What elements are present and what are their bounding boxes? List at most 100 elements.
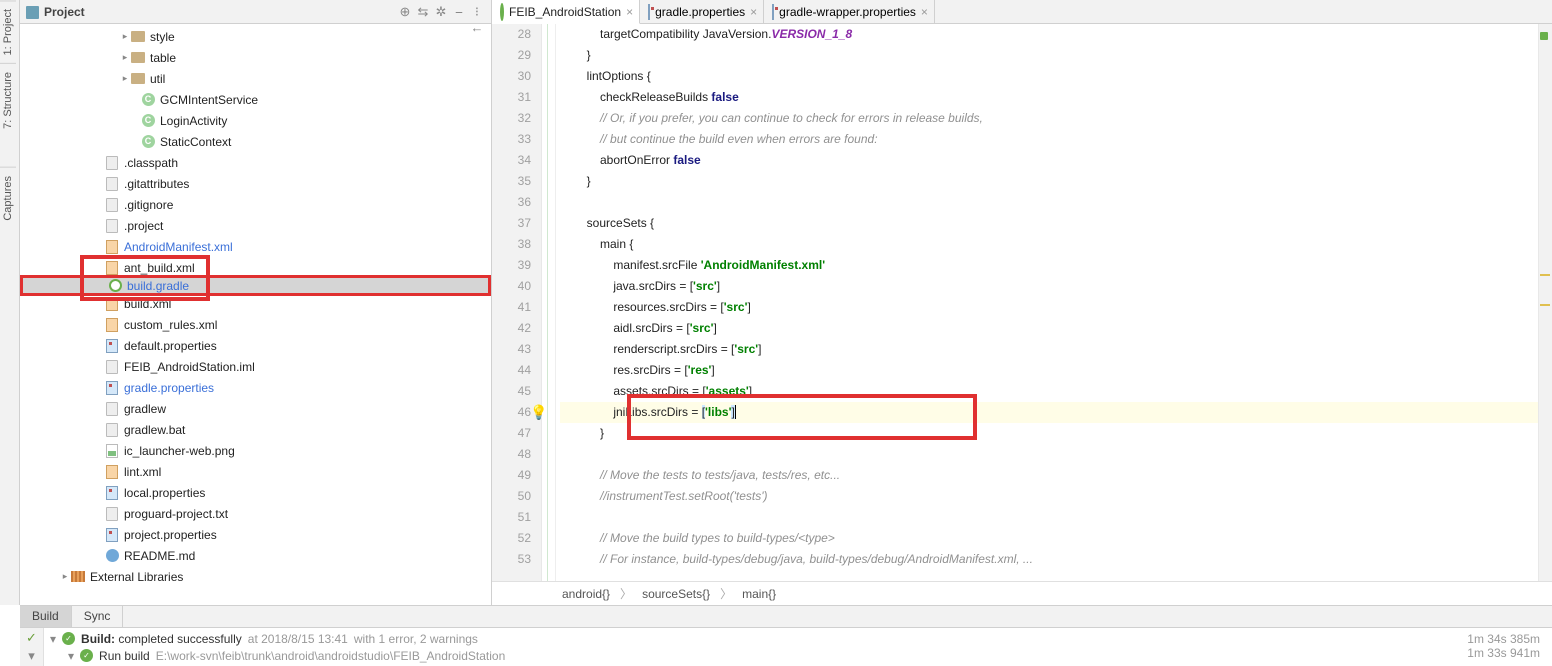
tab-sync[interactable]: Sync	[72, 606, 124, 627]
more-button[interactable]: ⁝←	[469, 4, 485, 20]
code-line[interactable]: res.srcDirs = ['res']	[560, 360, 1538, 381]
tab-build[interactable]: Build	[20, 606, 72, 627]
breadcrumb[interactable]: android{}〉sourceSets{}〉main{}	[492, 581, 1552, 605]
code-line[interactable]: }	[560, 423, 1538, 444]
tree-item[interactable]: gradle.properties	[20, 377, 491, 398]
code-line[interactable]: // but continue the build even when erro…	[560, 129, 1538, 150]
project-tree[interactable]: ▸style▸table▸utilCGCMIntentServiceCLogin…	[20, 24, 491, 587]
build-row[interactable]: ▾ ✓ Run build E:\work-svn\feib\trunk\and…	[50, 647, 1461, 664]
toolwindow-project[interactable]: 1: Project	[0, 0, 16, 63]
code-line[interactable]: // For instance, build-types/debug/java,…	[560, 549, 1538, 570]
tree-item-label: ant_build.xml	[124, 261, 195, 275]
code-line[interactable]: checkReleaseBuilds false	[560, 87, 1538, 108]
close-icon[interactable]: ×	[921, 5, 928, 19]
breadcrumb-item[interactable]: sourceSets{}	[642, 587, 710, 601]
breadcrumb-item[interactable]: main{}	[742, 587, 776, 601]
editor-tab[interactable]: FEIB_AndroidStation×	[492, 0, 640, 24]
code-line[interactable]: abortOnError false	[560, 150, 1538, 171]
code-line[interactable]: // Move the build types to build-types/<…	[560, 528, 1538, 549]
close-icon[interactable]: ×	[626, 5, 633, 19]
tree-item-label: custom_rules.xml	[124, 318, 217, 332]
bulb-icon[interactable]: 💡	[530, 402, 547, 423]
tree-item-label: gradlew	[124, 402, 166, 416]
code-editor[interactable]: 2829303132333435363738394041424344454647…	[492, 24, 1552, 581]
file-icon	[104, 402, 120, 416]
build-status: completed successfully	[118, 632, 241, 646]
code-content[interactable]: targetCompatibility JavaVersion.VERSION_…	[556, 24, 1538, 581]
locate-button[interactable]: ⊕	[397, 4, 413, 20]
xml-icon	[104, 297, 120, 311]
tree-item-label: External Libraries	[90, 570, 183, 584]
code-line[interactable]	[560, 507, 1538, 528]
breadcrumb-item[interactable]: android{}	[562, 587, 610, 601]
toolwindow-structure[interactable]: 7: Structure	[0, 63, 16, 137]
code-line[interactable]: jniLibs.srcDirs = ['libs']💡	[560, 402, 1538, 423]
code-line[interactable]: targetCompatibility JavaVersion.VERSION_…	[560, 24, 1538, 45]
fold-gutter[interactable]	[542, 24, 556, 581]
prop-icon	[772, 5, 774, 19]
tree-item[interactable]: custom_rules.xml	[20, 314, 491, 335]
tree-item[interactable]: project.properties	[20, 524, 491, 545]
tree-item[interactable]: local.properties	[20, 482, 491, 503]
tree-item[interactable]: ▸External Libraries	[20, 566, 491, 587]
toolwindow-captures[interactable]: Captures	[0, 167, 16, 229]
tree-item-label: lint.xml	[124, 465, 161, 479]
md-icon	[104, 549, 120, 563]
code-line[interactable]: lintOptions {	[560, 66, 1538, 87]
tree-item[interactable]: build.xml	[20, 293, 491, 314]
tree-item[interactable]: FEIB_AndroidStation.iml	[20, 356, 491, 377]
code-line[interactable]: }	[560, 45, 1538, 66]
tree-item[interactable]: default.properties	[20, 335, 491, 356]
tree-item[interactable]: CLoginActivity	[20, 110, 491, 131]
code-line[interactable]: renderscript.srcDirs = ['src']	[560, 339, 1538, 360]
tree-item-label: table	[150, 51, 176, 65]
hide-button[interactable]: ⎯	[451, 4, 467, 20]
prop-icon	[104, 381, 120, 395]
tree-item[interactable]: AndroidManifest.xml	[20, 236, 491, 257]
code-line[interactable]: // Move the tests to tests/java, tests/r…	[560, 465, 1538, 486]
code-line[interactable]	[560, 192, 1538, 213]
editor-tab[interactable]: gradle-wrapper.properties×	[764, 0, 935, 23]
tree-item[interactable]: ▸util	[20, 68, 491, 89]
close-icon[interactable]: ×	[750, 5, 757, 19]
tree-item[interactable]: gradlew.bat	[20, 419, 491, 440]
code-line[interactable]: // Or, if you prefer, you can continue t…	[560, 108, 1538, 129]
code-line[interactable]: java.srcDirs = ['src']	[560, 276, 1538, 297]
code-line[interactable]: main {	[560, 234, 1538, 255]
code-line[interactable]: sourceSets {	[560, 213, 1538, 234]
collapse-button[interactable]: ⇆	[415, 4, 431, 20]
rerun-icon[interactable]: ✓	[26, 630, 37, 646]
build-output-tree[interactable]: ▾ ✓ Build: completed successfully at 201…	[44, 628, 1467, 666]
marker-bar[interactable]	[1538, 24, 1552, 581]
editor-tab[interactable]: gradle.properties×	[640, 0, 764, 23]
tree-item[interactable]: .gitignore	[20, 194, 491, 215]
tree-item[interactable]: CGCMIntentService	[20, 89, 491, 110]
xml-icon	[104, 240, 120, 254]
tree-item[interactable]: ▸table	[20, 47, 491, 68]
tree-item[interactable]: lint.xml	[20, 461, 491, 482]
tree-item[interactable]: .project	[20, 215, 491, 236]
tree-item[interactable]: CStaticContext	[20, 131, 491, 152]
tree-item[interactable]: README.md	[20, 545, 491, 566]
tree-item[interactable]: .classpath	[20, 152, 491, 173]
code-line[interactable]: aidl.srcDirs = ['src']	[560, 318, 1538, 339]
code-line[interactable]	[560, 444, 1538, 465]
code-line[interactable]: manifest.srcFile 'AndroidManifest.xml'	[560, 255, 1538, 276]
build-warnings: with 1 error, 2 warnings	[354, 632, 478, 646]
code-line[interactable]: }	[560, 171, 1538, 192]
code-line[interactable]: resources.srcDirs = ['src']	[560, 297, 1538, 318]
settings-gear-icon[interactable]: ✲	[433, 4, 449, 20]
class-icon: C	[140, 93, 156, 107]
tree-item[interactable]: proguard-project.txt	[20, 503, 491, 524]
code-line[interactable]: assets.srcDirs = ['assets']	[560, 381, 1538, 402]
tree-item[interactable]: ic_launcher-web.png	[20, 440, 491, 461]
build-task-path: E:\work-svn\feib\trunk\android\androidst…	[156, 649, 506, 663]
expand-icon[interactable]: ▾	[28, 648, 35, 664]
code-line[interactable]: //instrumentTest.setRoot('tests')	[560, 486, 1538, 507]
project-pane: Project ⊕ ⇆ ✲ ⎯ ⁝← ▸style▸table▸utilCGCM…	[20, 0, 492, 605]
tree-item-label: default.properties	[124, 339, 217, 353]
tree-item[interactable]: ▸style	[20, 26, 491, 47]
build-row[interactable]: ▾ ✓ Build: completed successfully at 201…	[50, 630, 1461, 647]
tree-item[interactable]: .gitattributes	[20, 173, 491, 194]
tree-item[interactable]: gradlew	[20, 398, 491, 419]
